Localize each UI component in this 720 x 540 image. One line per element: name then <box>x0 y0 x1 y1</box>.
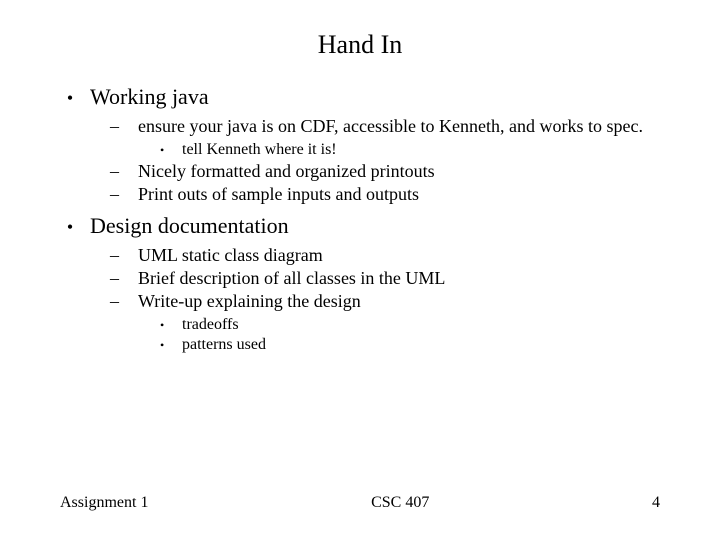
item-label: ensure your java is on CDF, accessible t… <box>138 116 670 137</box>
list-item: – Brief description of all classes in th… <box>50 268 670 289</box>
item-label: Design documentation <box>90 213 670 239</box>
list-item: • tell Kenneth where it is! <box>50 141 670 159</box>
item-label: Nicely formatted and organized printouts <box>138 161 670 182</box>
item-label: Brief description of all classes in the … <box>138 268 670 289</box>
bullet-icon: • <box>160 338 182 353</box>
dash-icon: – <box>110 268 138 289</box>
list-item: • Working java <box>50 84 670 110</box>
footer-right: 4 <box>652 494 660 512</box>
bullet-icon: • <box>160 143 182 158</box>
dash-icon: – <box>110 161 138 182</box>
list-item: • tradeoffs <box>50 316 670 334</box>
bullet-icon: • <box>160 318 182 333</box>
footer-left: Assignment 1 <box>60 494 148 512</box>
outline-root: • Working java – ensure your java is on … <box>50 84 670 354</box>
dash-icon: – <box>110 291 138 312</box>
item-label: UML static class diagram <box>138 245 670 266</box>
bullet-icon: • <box>50 88 90 109</box>
bullet-icon: • <box>50 217 90 238</box>
slide-footer: Assignment 1 CSC 407 4 <box>0 494 720 512</box>
item-label: tradeoffs <box>182 316 670 334</box>
dash-icon: – <box>110 116 138 137</box>
footer-center: CSC 407 <box>371 494 429 512</box>
list-item: – Print outs of sample inputs and output… <box>50 184 670 205</box>
dash-icon: – <box>110 245 138 266</box>
list-item: – Write-up explaining the design <box>50 291 670 312</box>
list-item: • Design documentation <box>50 213 670 239</box>
item-label: tell Kenneth where it is! <box>182 141 670 159</box>
list-item: – Nicely formatted and organized printou… <box>50 161 670 182</box>
list-item: • patterns used <box>50 336 670 354</box>
list-item: – UML static class diagram <box>50 245 670 266</box>
item-label: Working java <box>90 84 670 110</box>
item-label: Write-up explaining the design <box>138 291 670 312</box>
dash-icon: – <box>110 184 138 205</box>
item-label: Print outs of sample inputs and outputs <box>138 184 670 205</box>
item-label: patterns used <box>182 336 670 354</box>
list-item: – ensure your java is on CDF, accessible… <box>50 116 670 137</box>
slide-title: Hand In <box>50 30 670 60</box>
